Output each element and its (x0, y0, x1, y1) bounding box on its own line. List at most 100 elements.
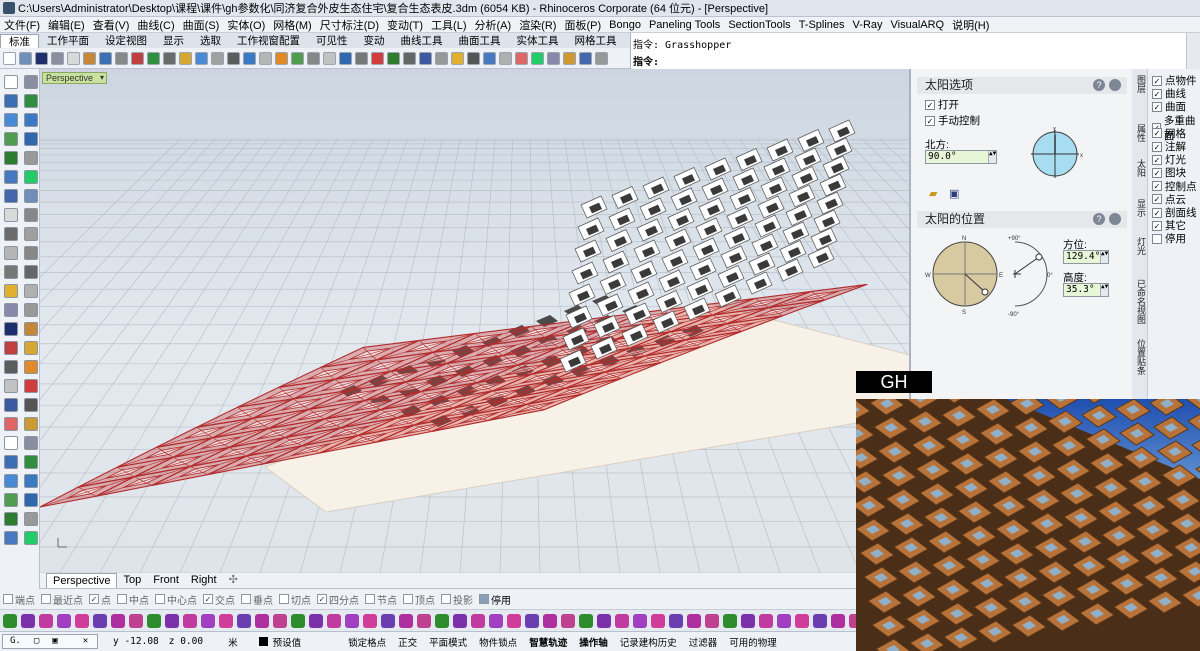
menu-item[interactable]: V-Ray (849, 19, 887, 31)
toolbar-button-icon[interactable] (259, 51, 272, 65)
toolbar-button-icon[interactable] (131, 51, 144, 65)
tool-button-icon[interactable] (24, 265, 38, 279)
tool-button-icon[interactable] (4, 189, 18, 203)
status-toggle[interactable]: 智慧轨迹 (523, 635, 573, 649)
status-toggle[interactable]: 平面模式 (423, 635, 473, 649)
tool-button-icon[interactable] (4, 94, 18, 108)
surface-tool-icon[interactable] (615, 613, 629, 628)
side-panel-tab[interactable]: 太阳 (1135, 159, 1146, 177)
osnap-checkbox[interactable]: 垂点 (241, 592, 273, 607)
toolbar-button-icon[interactable] (387, 51, 400, 65)
toolbar-tab[interactable]: 实体工具 (509, 34, 567, 48)
surface-tool-icon[interactable] (93, 613, 107, 628)
toolbar-button-icon[interactable] (451, 51, 464, 65)
toolbar-button-icon[interactable] (67, 51, 80, 65)
toolbar-tab[interactable]: 设定视图 (97, 34, 155, 48)
spin-icon[interactable]: ▲▼ (988, 151, 996, 163)
surface-tool-icon[interactable] (543, 613, 557, 628)
toolbar-button-icon[interactable] (195, 51, 208, 65)
osnap-checkbox[interactable]: ✓ 点 (89, 592, 111, 607)
tool-button-icon[interactable] (4, 113, 18, 127)
open-folder-icon[interactable]: ▰ (929, 187, 937, 200)
menu-item[interactable]: SectionTools (724, 19, 794, 31)
tool-button-icon[interactable] (4, 379, 18, 393)
surface-tool-icon[interactable] (57, 613, 71, 628)
toolbar-button-icon[interactable] (547, 51, 560, 65)
toolbar-button-icon[interactable] (291, 51, 304, 65)
toolbar-button-icon[interactable] (483, 51, 496, 65)
help-icon[interactable]: ? (1093, 213, 1105, 225)
viewport-tab[interactable]: Right (185, 573, 223, 588)
tool-button-icon[interactable] (4, 227, 18, 241)
tool-button-icon[interactable] (4, 398, 18, 412)
status-toggle[interactable]: 过滤器 (683, 635, 724, 649)
menu-item[interactable]: Paneling Tools (645, 19, 724, 31)
osnap-checkbox[interactable]: ✓ 四分点 (317, 592, 359, 607)
tool-button-icon[interactable] (24, 360, 38, 374)
sun-open-checkbox[interactable]: ✓ 打开 (925, 97, 959, 112)
surface-tool-icon[interactable] (3, 613, 17, 628)
menu-item[interactable]: 编辑(E) (44, 17, 89, 32)
surface-tool-icon[interactable] (471, 613, 485, 628)
surface-tool-icon[interactable] (39, 613, 53, 628)
surface-tool-icon[interactable] (147, 613, 161, 628)
altitude-field[interactable]: 35.3° ▲▼ (1063, 283, 1109, 297)
menu-item[interactable]: VisualARQ (887, 19, 949, 31)
toolbar-button-icon[interactable] (595, 51, 608, 65)
status-toggle[interactable]: 操作轴 (573, 635, 614, 649)
osnap-checkbox[interactable]: ✓ 交点 (203, 592, 235, 607)
tool-button-icon[interactable] (24, 417, 38, 431)
surface-tool-icon[interactable] (669, 613, 683, 628)
tool-button-icon[interactable] (4, 284, 18, 298)
menu-item[interactable]: 工具(L) (427, 17, 470, 32)
tool-button-icon[interactable] (24, 379, 38, 393)
surface-tool-icon[interactable] (525, 613, 539, 628)
surface-tool-icon[interactable] (291, 613, 305, 628)
toolbar-button-icon[interactable] (179, 51, 192, 65)
osnap-checkbox[interactable]: 顶点 (403, 592, 435, 607)
side-panel-tab[interactable]: 灯光 (1135, 237, 1146, 255)
toolbar-tab[interactable]: 工作平面 (39, 34, 97, 48)
surface-tool-icon[interactable] (255, 613, 269, 628)
surface-tool-icon[interactable] (327, 613, 341, 628)
menu-item[interactable]: 曲线(C) (133, 17, 178, 32)
surface-tool-icon[interactable] (435, 613, 449, 628)
tool-button-icon[interactable] (4, 417, 18, 431)
maximize-icon[interactable]: ▣ (47, 636, 62, 646)
status-toggle[interactable]: 物件锁点 (473, 635, 523, 649)
status-toggle[interactable]: 锁定格点 (342, 635, 392, 649)
menu-item[interactable]: 变动(T) (383, 17, 427, 32)
tool-button-icon[interactable] (24, 474, 38, 488)
minimized-window[interactable]: G. ▢ ▣ ✕ (2, 633, 98, 649)
tool-button-icon[interactable] (24, 455, 38, 469)
surface-tool-icon[interactable] (813, 613, 827, 628)
viewport-tab[interactable]: Perspective (46, 573, 118, 588)
toolbar-button-icon[interactable] (243, 51, 256, 65)
tool-button-icon[interactable] (24, 189, 38, 203)
layer-swatch[interactable] (258, 637, 268, 646)
tool-button-icon[interactable] (4, 322, 18, 336)
current-layer[interactable]: 预设值 (268, 635, 307, 649)
toolbar-tab[interactable]: 标准 (0, 34, 39, 48)
osnap-checkbox[interactable]: 中点 (117, 592, 149, 607)
surface-tool-icon[interactable] (417, 613, 431, 628)
toolbar-button-icon[interactable] (83, 51, 96, 65)
tool-button-icon[interactable] (4, 436, 18, 450)
surface-tool-icon[interactable] (579, 613, 593, 628)
toolbar-button-icon[interactable] (531, 51, 544, 65)
surface-tool-icon[interactable] (687, 613, 701, 628)
tool-button-icon[interactable] (4, 341, 18, 355)
tool-button-icon[interactable] (24, 227, 38, 241)
surface-tool-icon[interactable] (777, 613, 791, 628)
toolbar-button-icon[interactable] (147, 51, 160, 65)
manual-control-checkbox[interactable]: ✓ 手动控制 (925, 113, 980, 128)
side-panel-tab[interactable]: 已命名视图 (1135, 279, 1146, 324)
tool-button-icon[interactable] (24, 75, 38, 89)
side-panel-tab[interactable]: 显示 (1135, 199, 1146, 217)
perspective-viewport[interactable]: Perspective (40, 69, 910, 573)
close-icon[interactable] (1109, 79, 1121, 91)
surface-tool-icon[interactable] (237, 613, 251, 628)
toolbar-button-icon[interactable] (227, 51, 240, 65)
toolbar-tab[interactable]: 曲面工具 (451, 34, 509, 48)
close-icon[interactable]: ✕ (78, 636, 93, 646)
